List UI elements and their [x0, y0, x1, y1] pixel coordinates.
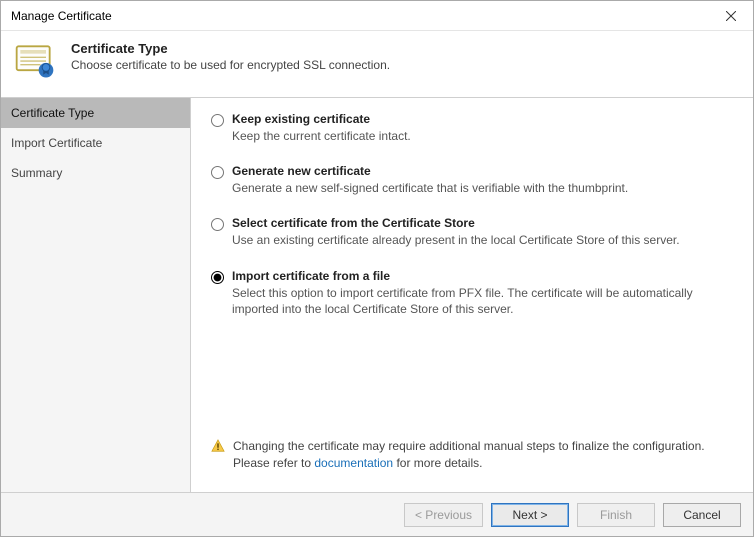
option-description: Select this option to import certificate… [232, 285, 733, 317]
documentation-link[interactable]: documentation [314, 456, 393, 470]
wizard-header: Certificate Type Choose certificate to b… [1, 31, 753, 97]
page-subtitle: Choose certificate to be used for encryp… [71, 58, 390, 72]
option-title: Keep existing certificate [232, 112, 733, 126]
radio-generate-new[interactable] [211, 166, 224, 179]
notice-text: for more details. [393, 456, 482, 470]
wizard-footer: < Previous Next > Finish Cancel [1, 492, 753, 536]
window-title: Manage Certificate [11, 9, 112, 23]
warning-text: Changing the certificate may require add… [233, 438, 733, 472]
step-label: Summary [11, 166, 62, 180]
page-title: Certificate Type [71, 41, 390, 56]
title-bar: Manage Certificate [1, 1, 753, 31]
radio-import-from-file[interactable] [211, 271, 224, 284]
radio-select-from-store[interactable] [211, 218, 224, 231]
option-description: Use an existing certificate already pres… [232, 232, 733, 248]
radio-keep-existing[interactable] [211, 114, 224, 127]
next-button[interactable]: Next > [491, 503, 569, 527]
option-title: Select certificate from the Certificate … [232, 216, 733, 230]
wizard-content: Keep existing certificate Keep the curre… [191, 98, 753, 492]
option-title: Import certificate from a file [232, 269, 733, 283]
close-button[interactable] [709, 1, 753, 31]
step-summary[interactable]: Summary [1, 158, 190, 188]
previous-button[interactable]: < Previous [404, 503, 483, 527]
step-certificate-type[interactable]: Certificate Type [1, 98, 190, 128]
warning-notice: Changing the certificate may require add… [211, 434, 733, 484]
step-import-certificate[interactable]: Import Certificate [1, 128, 190, 158]
option-keep-existing[interactable]: Keep existing certificate Keep the curre… [211, 112, 733, 144]
cancel-button[interactable]: Cancel [663, 503, 741, 527]
certificate-icon [13, 39, 57, 83]
certificate-options: Keep existing certificate Keep the curre… [211, 112, 733, 434]
wizard-body: Certificate Type Import Certificate Summ… [1, 97, 753, 492]
wizard-steps-sidebar: Certificate Type Import Certificate Summ… [1, 98, 191, 492]
step-label: Certificate Type [11, 106, 94, 120]
close-icon [726, 11, 736, 21]
option-description: Generate a new self-signed certificate t… [232, 180, 733, 196]
option-generate-new[interactable]: Generate new certificate Generate a new … [211, 164, 733, 196]
finish-button[interactable]: Finish [577, 503, 655, 527]
option-title: Generate new certificate [232, 164, 733, 178]
option-description: Keep the current certificate intact. [232, 128, 733, 144]
warning-icon [211, 439, 225, 458]
step-label: Import Certificate [11, 136, 102, 150]
option-import-from-file[interactable]: Import certificate from a file Select th… [211, 269, 733, 317]
option-select-from-store[interactable]: Select certificate from the Certificate … [211, 216, 733, 248]
